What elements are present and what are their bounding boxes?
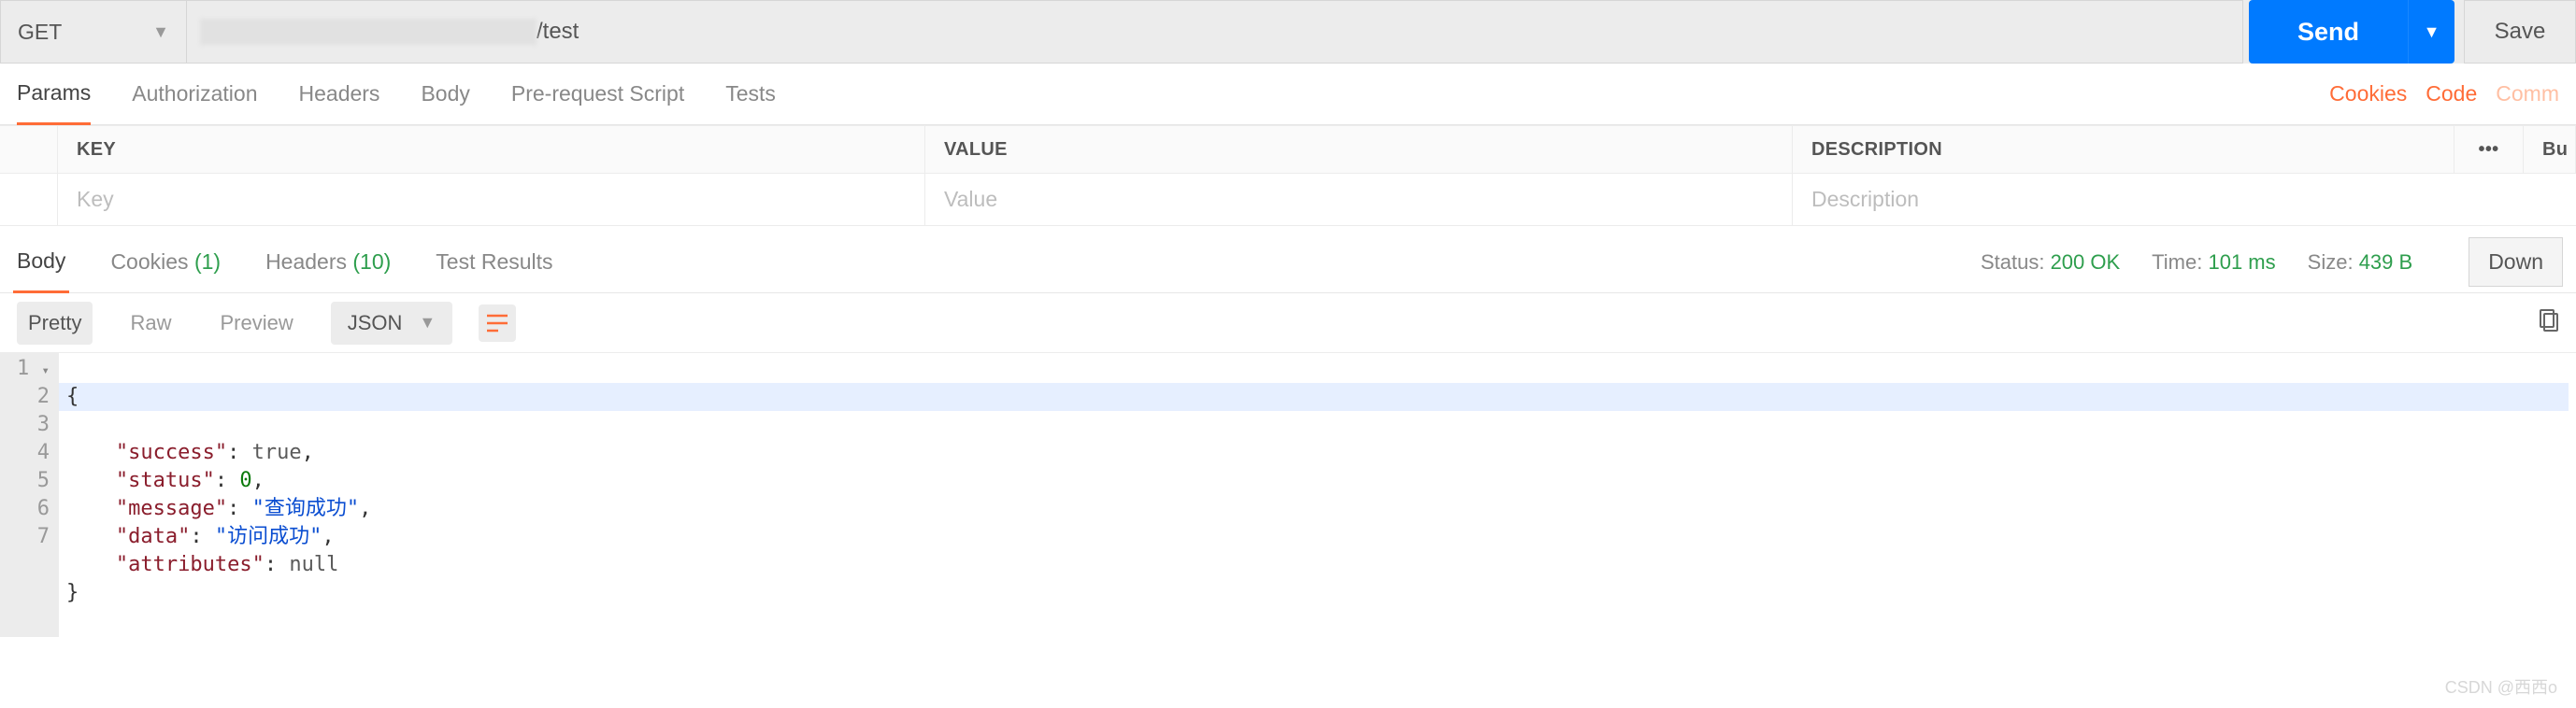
- params-empty-row: Key Value Description: [0, 174, 2576, 226]
- format-select[interactable]: JSON ▼: [331, 302, 453, 345]
- response-meta: Status: 200 OK Time: 101 ms Size: 439 B …: [1981, 237, 2563, 287]
- tab-headers[interactable]: Headers: [299, 64, 380, 123]
- url-suffix: /test: [537, 19, 579, 45]
- params-description-header: DESCRIPTION: [1793, 126, 2454, 173]
- response-tab-tests[interactable]: Test Results: [432, 233, 556, 291]
- send-button-label: Send: [2297, 18, 2359, 47]
- comments-link[interactable]: Comm: [2496, 81, 2559, 106]
- cookies-link[interactable]: Cookies: [2329, 81, 2407, 106]
- wrap-icon: [485, 313, 509, 333]
- line-gutter: 1 ▾ 2 3 4 5 6 7: [0, 353, 59, 637]
- code-content[interactable]: { "success": true, "status": 0, "message…: [59, 353, 2576, 637]
- params-value-header: VALUE: [925, 126, 1793, 173]
- response-tabs: Body Cookies (1) Headers (10) Test Resul…: [0, 232, 2576, 293]
- tab-body[interactable]: Body: [421, 64, 469, 123]
- response-tab-cookies-label: Cookies: [110, 249, 188, 274]
- pretty-tab[interactable]: Pretty: [17, 302, 93, 345]
- param-value-input[interactable]: Value: [925, 174, 1793, 225]
- response-tab-headers-count: (10): [352, 249, 391, 274]
- watermark: CSDN @西西o: [2445, 674, 2557, 699]
- request-tabs: Params Authorization Headers Body Pre-re…: [0, 64, 2576, 125]
- http-method-value: GET: [18, 20, 62, 45]
- tab-tests[interactable]: Tests: [725, 64, 776, 123]
- request-links: Cookies Code Comm: [2329, 81, 2559, 106]
- copy-icon: [2539, 308, 2559, 333]
- copy-button[interactable]: [2539, 308, 2559, 338]
- params-key-header: KEY: [58, 126, 925, 173]
- raw-tab[interactable]: Raw: [119, 302, 182, 345]
- response-tab-cookies[interactable]: Cookies (1): [107, 233, 224, 291]
- url-input[interactable]: /test: [187, 0, 2243, 64]
- params-checkbox-header: [0, 126, 58, 173]
- format-select-value: JSON: [348, 311, 403, 335]
- status-label: Status: 200 OK: [1981, 250, 2120, 275]
- request-bar: GET ▼ /test Send ▼ Save: [0, 0, 2576, 64]
- chevron-down-icon: ▼: [419, 313, 436, 333]
- code-link[interactable]: Code: [2426, 81, 2477, 106]
- param-description-input[interactable]: Description: [1793, 174, 2576, 225]
- param-key-input[interactable]: Key: [58, 174, 925, 225]
- tab-prerequest[interactable]: Pre-request Script: [511, 64, 684, 123]
- wrap-lines-button[interactable]: [479, 304, 516, 342]
- send-split-button[interactable]: ▼: [2408, 0, 2454, 64]
- body-toolbar: Pretty Raw Preview JSON ▼: [0, 293, 2576, 353]
- http-method-select[interactable]: GET ▼: [0, 0, 187, 64]
- bulk-edit-link[interactable]: Bu: [2524, 126, 2576, 173]
- param-row-checkbox[interactable]: [0, 174, 58, 225]
- response-tab-body[interactable]: Body: [13, 232, 69, 293]
- url-redacted: [200, 19, 537, 45]
- chevron-down-icon: ▼: [152, 22, 169, 42]
- response-tab-headers-label: Headers: [265, 249, 347, 274]
- send-button[interactable]: Send: [2249, 0, 2408, 64]
- response-tab-cookies-count: (1): [194, 249, 221, 274]
- params-more-button[interactable]: •••: [2454, 126, 2524, 173]
- tab-params[interactable]: Params: [17, 64, 91, 125]
- params-header-row: KEY VALUE DESCRIPTION ••• Bu: [0, 125, 2576, 174]
- tab-authorization[interactable]: Authorization: [132, 64, 257, 123]
- download-button[interactable]: Down: [2469, 237, 2563, 287]
- response-tab-headers[interactable]: Headers (10): [262, 233, 394, 291]
- time-label: Time: 101 ms: [2152, 250, 2275, 275]
- response-body: 1 ▾ 2 3 4 5 6 7 { "success": true, "stat…: [0, 353, 2576, 637]
- chevron-down-icon: ▼: [2424, 22, 2440, 42]
- collapse-icon[interactable]: ▾: [42, 363, 50, 378]
- save-button[interactable]: Save: [2464, 0, 2576, 64]
- size-label: Size: 439 B: [2308, 250, 2413, 275]
- preview-tab[interactable]: Preview: [208, 302, 304, 345]
- save-button-label: Save: [2495, 19, 2546, 45]
